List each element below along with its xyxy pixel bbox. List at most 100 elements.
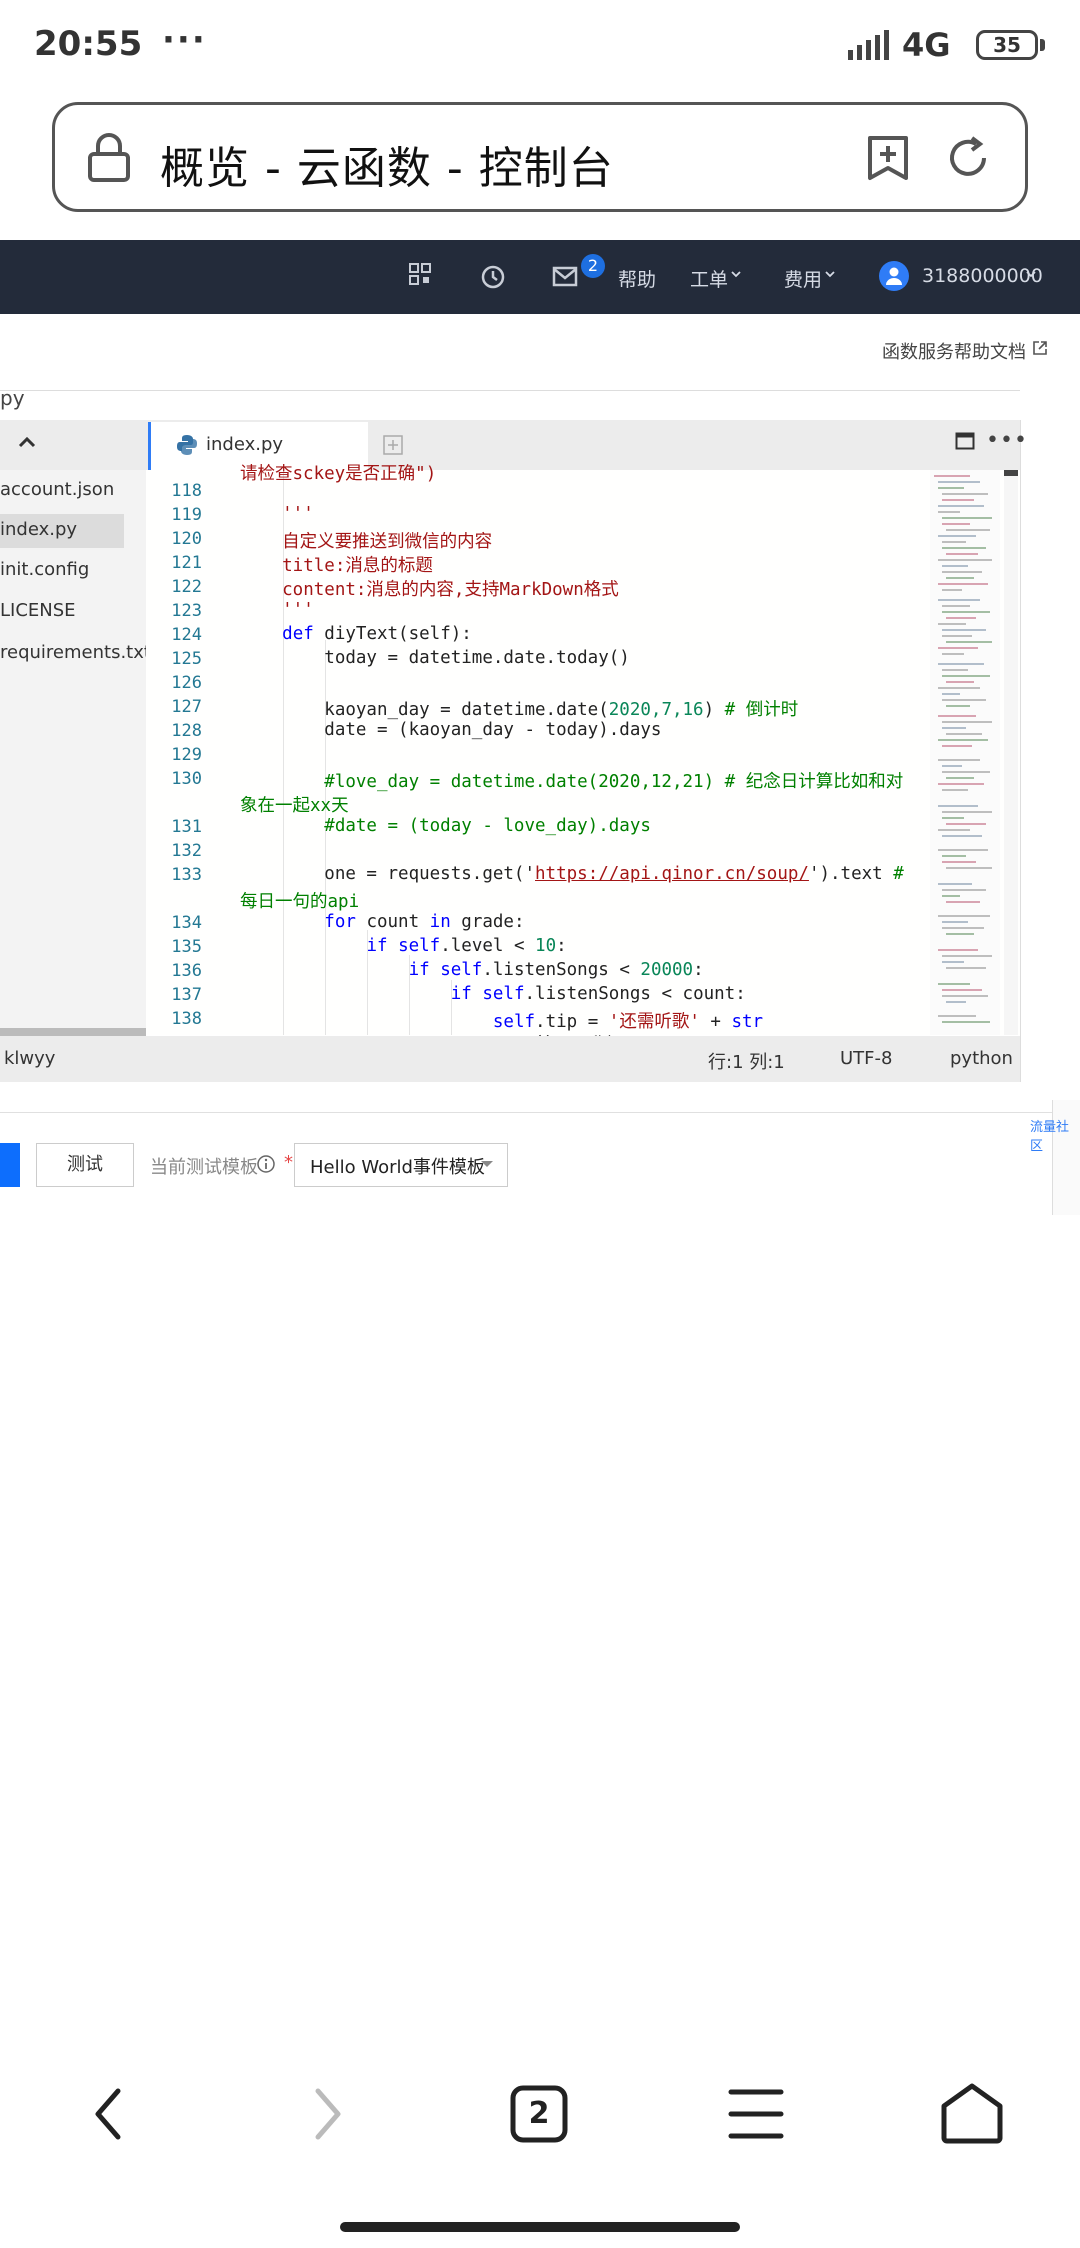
menu-icon[interactable] bbox=[728, 2086, 784, 2142]
line-number: 137 bbox=[171, 985, 202, 1005]
line-number: 130 bbox=[171, 769, 202, 789]
line-number: 136 bbox=[171, 961, 202, 981]
nav-ticket[interactable]: 工单 bbox=[690, 265, 728, 292]
code-line-125: today = datetime.date.today() bbox=[240, 648, 630, 668]
battery-tip bbox=[1040, 39, 1045, 51]
line-number: 134 bbox=[171, 913, 202, 933]
clock-icon[interactable] bbox=[480, 264, 506, 290]
code-line-120: 自定义要推送到微信的内容 bbox=[240, 532, 493, 552]
page-title[interactable]: 概览 - 云函数 - 控制台 bbox=[160, 132, 614, 196]
line-number: 120 bbox=[171, 529, 202, 549]
collapse-icon[interactable] bbox=[18, 436, 36, 448]
editor-scrollbar[interactable] bbox=[1004, 470, 1018, 1035]
info-icon[interactable] bbox=[256, 1154, 276, 1174]
test-button[interactable]: 测试 bbox=[36, 1143, 134, 1187]
divider bbox=[0, 1112, 1080, 1113]
file-item-license[interactable]: LICENSE bbox=[0, 600, 76, 621]
file-item-account-json[interactable]: account.json bbox=[0, 479, 114, 500]
line-number: 138 bbox=[171, 1009, 202, 1029]
file-item-init-config[interactable]: init.config bbox=[0, 559, 89, 580]
refresh-icon[interactable] bbox=[944, 134, 992, 182]
divider bbox=[0, 390, 1020, 391]
signal-icon bbox=[848, 30, 889, 60]
line-number: 128 bbox=[171, 721, 202, 741]
home-icon[interactable] bbox=[940, 2082, 1004, 2144]
code-line-138: self.tip = '还需听歌' + str bbox=[492, 1012, 764, 1032]
deploy-button[interactable] bbox=[0, 1143, 20, 1187]
language-mode[interactable]: python bbox=[950, 1048, 1013, 1069]
breadcrumb: py bbox=[0, 386, 25, 410]
mail-icon[interactable] bbox=[552, 266, 578, 288]
add-tab-icon[interactable] bbox=[382, 434, 404, 456]
layout-icon[interactable] bbox=[955, 432, 975, 450]
home-indicator[interactable] bbox=[340, 2222, 740, 2232]
network-type: 4G bbox=[902, 26, 951, 64]
code-line-134: for count in grade: bbox=[324, 912, 525, 932]
nav-account[interactable]: 3188000000 bbox=[922, 265, 1043, 287]
status-time: 20:55 bbox=[34, 24, 143, 64]
file-item-requirements-txt[interactable]: requirements.txt bbox=[0, 642, 151, 663]
line-number: 129 bbox=[171, 745, 202, 765]
tab-label: index.py bbox=[206, 434, 284, 455]
nav-help[interactable]: 帮助 bbox=[618, 265, 656, 292]
external-link-icon bbox=[1033, 341, 1047, 355]
battery-icon: 35 bbox=[976, 30, 1038, 60]
code-line-128: date = (kaoyan_day - today).days bbox=[240, 720, 662, 740]
code-line-136: if self.listenSongs < 20000: bbox=[408, 960, 704, 980]
code-line-131: #date = (today - love_day).days bbox=[240, 816, 651, 836]
template-label: 当前测试模板 bbox=[150, 1157, 258, 1178]
file-explorer bbox=[0, 420, 146, 1040]
chevron-down-icon bbox=[825, 271, 835, 278]
line-number: 126 bbox=[171, 673, 202, 693]
status-more-dots: ··· bbox=[162, 20, 207, 60]
back-icon[interactable] bbox=[90, 2085, 130, 2143]
code-line-partial: 请检查sckey是否正确") bbox=[240, 464, 437, 484]
chevron-down-icon bbox=[1026, 271, 1036, 278]
code-line-133: one = requests.get('https://api.qinor.cn… bbox=[240, 864, 904, 884]
chevron-down-icon bbox=[731, 271, 741, 278]
python-file-icon bbox=[177, 435, 197, 455]
tabs-count[interactable]: 2 bbox=[510, 2085, 568, 2143]
line-number: 121 bbox=[171, 553, 202, 573]
line-number: 119 bbox=[171, 505, 202, 525]
code-line-137: if self.listenSongs < count: bbox=[450, 984, 746, 1004]
top-navigation bbox=[0, 240, 1080, 314]
caret-down-icon bbox=[481, 1161, 493, 1167]
line-number: 131 bbox=[171, 817, 202, 837]
template-select-value: Hello World事件模板 bbox=[310, 1157, 485, 1178]
line-number: 135 bbox=[171, 937, 202, 957]
code-line-121: title:消息的标题 bbox=[240, 556, 433, 576]
code-line-130: #love_day = datetime.date(2020,12,21) # … bbox=[240, 772, 904, 792]
code-line-130-wrap: 象在一起xx天 bbox=[240, 796, 349, 816]
lock-icon bbox=[88, 133, 130, 182]
line-number: 122 bbox=[171, 577, 202, 597]
line-number: 127 bbox=[171, 697, 202, 717]
code-line-135: if self.level < 10: bbox=[366, 936, 567, 956]
mail-badge: 2 bbox=[581, 254, 605, 278]
community-link[interactable]: 流量社区 bbox=[1030, 1116, 1080, 1154]
minimap[interactable] bbox=[930, 470, 1000, 1035]
line-number: 124 bbox=[171, 625, 202, 645]
code-line-133-wrap: 每日一句的api bbox=[240, 892, 360, 912]
line-number: 125 bbox=[171, 649, 202, 669]
user-icon bbox=[886, 267, 902, 285]
code-line-119: ''' bbox=[240, 504, 314, 524]
forward-icon[interactable] bbox=[306, 2085, 346, 2143]
qr-code-icon[interactable] bbox=[408, 262, 432, 288]
code-line-122: content:消息的内容,支持MarkDown格式 bbox=[240, 580, 619, 600]
help-doc-link[interactable]: 函数服务帮助文档 bbox=[882, 338, 1032, 364]
code-line-124: def diyText(self): bbox=[282, 624, 472, 644]
code-line-127: kaoyan_day = datetime.date(2020,7,16) # … bbox=[240, 700, 799, 720]
file-encoding[interactable]: UTF-8 bbox=[840, 1048, 892, 1069]
more-options-icon[interactable]: ••• bbox=[986, 428, 1028, 453]
line-number: 123 bbox=[171, 601, 202, 621]
add-bookmark-icon[interactable] bbox=[866, 134, 910, 182]
nav-billing[interactable]: 费用 bbox=[784, 265, 822, 292]
cursor-position[interactable]: 行:1 列:1 bbox=[708, 1048, 785, 1074]
line-number: 132 bbox=[171, 841, 202, 861]
file-item-index-py[interactable]: index.py bbox=[0, 519, 77, 540]
editor-scrollbar-thumb[interactable] bbox=[1004, 470, 1018, 476]
required-mark: * bbox=[284, 1152, 293, 1173]
line-number: 133 bbox=[171, 865, 202, 885]
status-left-text: klwyy bbox=[4, 1048, 56, 1069]
